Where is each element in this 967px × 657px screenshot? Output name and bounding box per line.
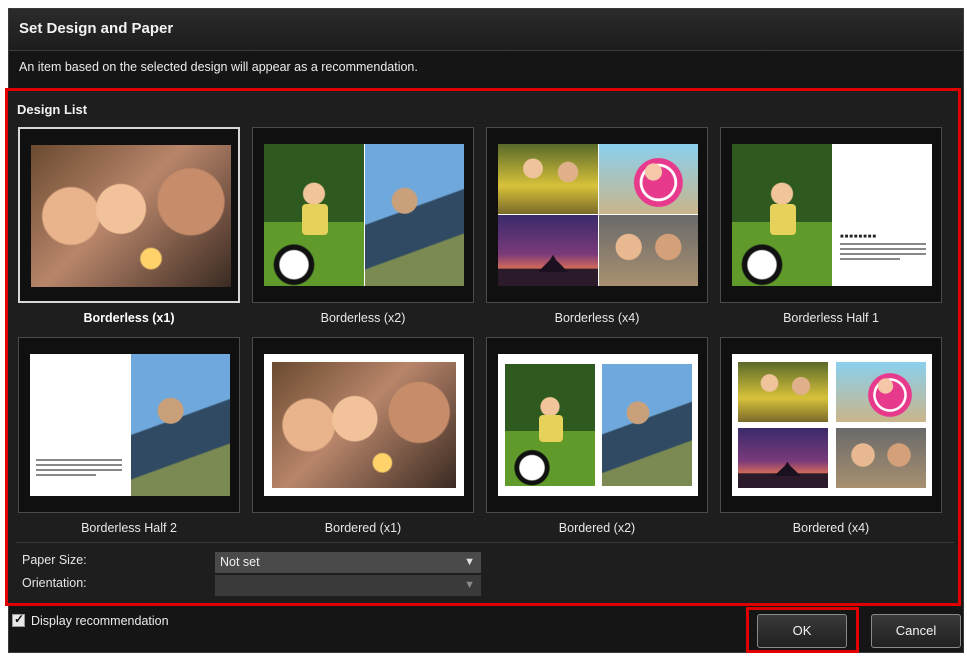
text-placeholder: [36, 456, 122, 476]
reader-photo: [602, 364, 692, 486]
design-tile-bordered-x1[interactable]: [252, 337, 474, 513]
dialog-subtitle: An item based on the selected design wil…: [19, 60, 418, 74]
kid-photo: [264, 144, 364, 286]
swim-ring-photo: [599, 144, 698, 214]
reader-photo: [365, 144, 464, 286]
design-label: Borderless Half 2: [81, 521, 177, 535]
family-photo: [272, 362, 456, 488]
kid-photo: [505, 364, 595, 486]
design-tile-borderless-x2[interactable]: [252, 127, 474, 303]
checkmark-icon: ✓: [14, 612, 25, 626]
text-placeholder: ■■■■■■■■: [840, 234, 926, 260]
design-thumbnail: [264, 354, 464, 496]
swim-ring-photo: [836, 362, 926, 422]
design-label: Borderless (x1): [83, 311, 175, 325]
display-recommendation-option[interactable]: ✓ Display recommendation: [12, 612, 169, 628]
design-label: Borderless (x2): [320, 311, 406, 325]
design-label: Bordered (x2): [558, 521, 636, 535]
design-thumbnail: [31, 145, 231, 287]
design-label: Borderless (x4): [554, 311, 640, 325]
paper-size-select[interactable]: Not set ▼: [215, 552, 481, 573]
design-tile-borderless-half-1[interactable]: ■■■■■■■■: [720, 127, 942, 303]
design-thumbnail: [498, 144, 698, 286]
design-thumbnail: [264, 144, 464, 286]
design-thumbnail: [30, 354, 230, 496]
family-photo: [836, 428, 926, 488]
dropdown-arrow-icon: ▼: [464, 556, 475, 568]
orientation-select[interactable]: ▼: [215, 575, 481, 596]
dropdown-arrow-icon: ▼: [464, 579, 475, 591]
orientation-label: Orientation:: [22, 576, 87, 590]
design-thumbnail: ■■■■■■■■: [732, 144, 932, 286]
design-tile-bordered-x4[interactable]: [720, 337, 942, 513]
paper-size-value: Not set: [220, 555, 260, 569]
family-photo: [31, 145, 231, 287]
design-tile-borderless-x4[interactable]: [486, 127, 708, 303]
kid-photo: [732, 144, 832, 286]
design-list-label: Design List: [17, 102, 88, 117]
design-label: Borderless Half 1: [783, 311, 879, 325]
design-thumbnail: [732, 354, 932, 496]
display-recommendation-checkbox[interactable]: ✓: [12, 612, 25, 627]
design-tile-borderless-half-2[interactable]: [18, 337, 240, 513]
kids-photo: [738, 362, 828, 422]
family-photo: [599, 215, 698, 286]
sunset-photo: [738, 428, 828, 488]
dialog-title: Set Design and Paper: [9, 9, 963, 51]
design-label: Bordered (x4): [792, 521, 870, 535]
display-recommendation-label: Display recommendation: [31, 614, 169, 628]
design-tile-borderless-x1[interactable]: [18, 127, 240, 303]
design-label: Bordered (x1): [324, 521, 402, 535]
paper-size-label: Paper Size:: [22, 553, 87, 567]
paper-settings: Paper Size: Not set ▼ Orientation: ▼: [16, 542, 954, 598]
ok-button[interactable]: OK: [757, 614, 847, 648]
design-list-panel: Design List Borderless (x1) Borderless (…: [5, 88, 961, 606]
design-tile-bordered-x2[interactable]: [486, 337, 708, 513]
kids-photo: [498, 144, 598, 214]
sunset-photo: [498, 215, 598, 286]
reader-photo: [131, 354, 230, 496]
cancel-button[interactable]: Cancel: [871, 614, 961, 648]
design-thumbnail: [498, 354, 698, 496]
